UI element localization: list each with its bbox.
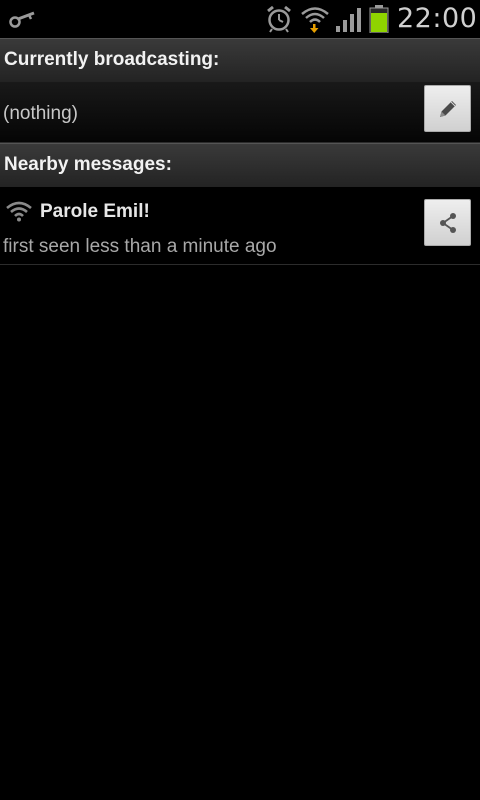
battery-icon (369, 5, 389, 33)
key-icon (9, 11, 35, 28)
status-clock: 22:00 (397, 3, 478, 34)
broadcasting-header: Currently broadcasting: (0, 38, 480, 82)
nearby-header: Nearby messages: (0, 143, 480, 187)
message-subtitle: first seen less than a minute ago (3, 236, 277, 257)
share-icon (440, 213, 456, 233)
wifi-status-icon (301, 7, 329, 33)
pencil-icon (440, 101, 456, 117)
alarm-icon (267, 5, 291, 33)
broadcasting-row: (nothing) (0, 82, 480, 143)
message-title: Parole Emil! (40, 201, 150, 222)
edit-broadcast-button[interactable] (424, 85, 471, 132)
share-button[interactable] (424, 199, 471, 246)
list-item[interactable]: Parole Emil! first seen less than a minu… (0, 187, 480, 265)
broadcasting-value: (nothing) (3, 103, 78, 124)
signal-icon (336, 8, 361, 32)
wifi-icon (6, 201, 32, 222)
status-bar: 22:00 (0, 0, 480, 38)
app-screen: 22:00 Currently broadcasting: (nothing) … (0, 0, 480, 800)
